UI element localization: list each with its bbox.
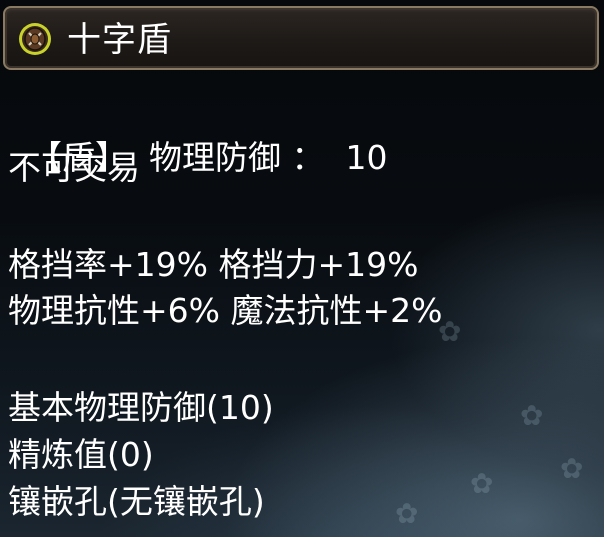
item-title-bar: 十字盾 (3, 6, 599, 70)
defense-separator: ： (291, 138, 325, 177)
base-defense: 基本物理防御(10) (8, 388, 274, 427)
background-flower: ✿ (520, 399, 544, 432)
background-flower: ✿ (470, 467, 494, 500)
item-name: 十字盾 (67, 20, 172, 60)
defense-value: 10 (345, 138, 388, 177)
shield-icon (18, 22, 52, 56)
background-flower: ✿ (395, 497, 419, 530)
defense-label: 物理防御 (148, 138, 281, 177)
background-flower: ✿ (560, 452, 584, 485)
socket-info: 镶嵌孔(无镶嵌孔) (8, 482, 265, 521)
bonus-line-resistance: 物理抗性+6% 魔法抗性+2% (8, 291, 443, 330)
refine-value: 精炼值(0) (8, 435, 154, 474)
trade-status: 不可交易 (8, 148, 140, 187)
bonus-line-block-parry: 格挡率+19% 格挡力+19% (8, 245, 419, 284)
